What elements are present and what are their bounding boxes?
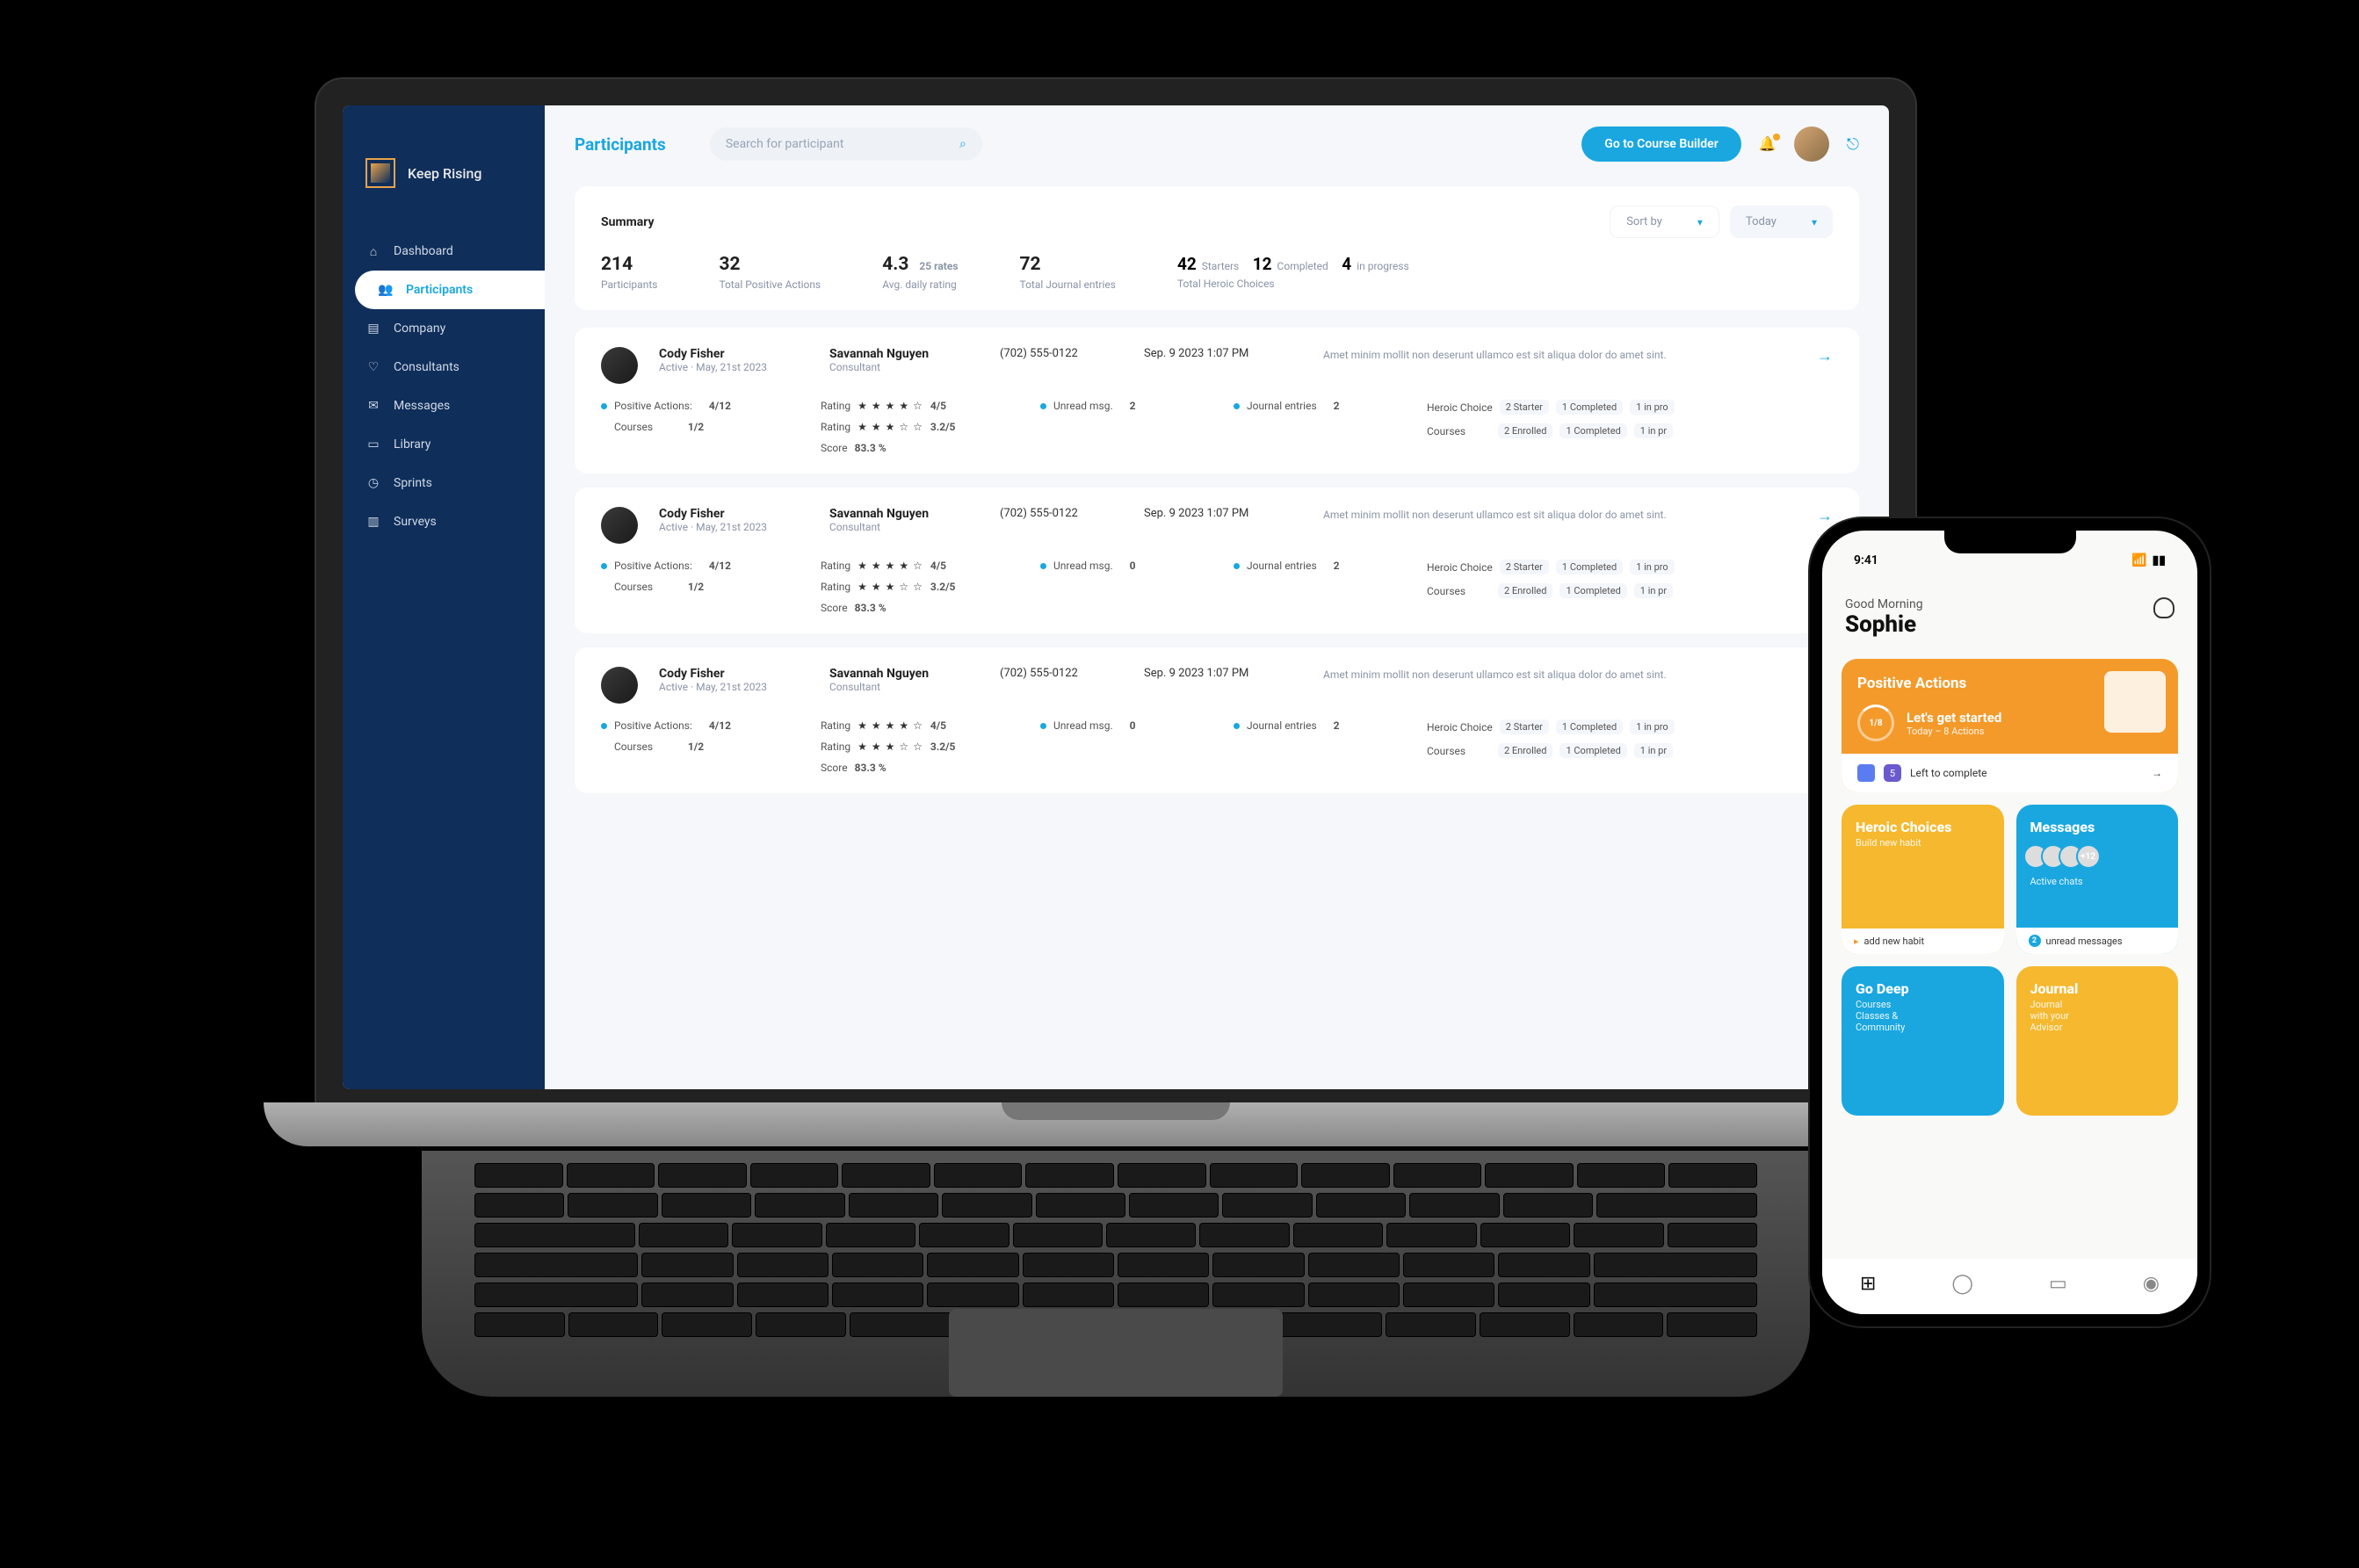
note-text: Amet minim mollit non deserunt ullamco e… [1323,347,1796,363]
participant-card: Cody FisherActive · May, 21st 2023 Savan… [575,647,1859,793]
expand-arrow-icon[interactable]: → [1817,507,1833,525]
timestamp: Sep. 9 2023 1:07 PM [1144,667,1302,680]
consultant-name: Savannah Nguyen [829,507,979,521]
summary-title: Summary [601,215,655,229]
notifications-icon[interactable]: 🔔 [1759,135,1776,153]
tab-chat-icon[interactable]: ◯ [1951,1273,1973,1295]
phone-mockup: 9:41 📶 ▮▮ Good Morning Sophie Positive Ac… [1810,518,2210,1326]
brand-name: Keep Rising [408,165,481,182]
tab-bar: ⊞ ◯ ▭ ◉ [1822,1259,2197,1314]
journal-tile[interactable]: Journal Journal with your Advisor [2016,966,2179,1116]
logout-icon[interactable]: ⎋ [1847,135,1859,154]
note-text: Amet minim mollit non deserunt ullamco e… [1323,667,1796,683]
users-icon: 👥 [378,282,394,298]
building-icon: ▤ [365,321,381,336]
nav-participants[interactable]: 👥Participants [355,271,545,309]
search-icon: ⌕ [959,137,966,151]
brand: Keep Rising [343,158,545,232]
participant-card: Cody FisherActive · May, 21st 2023 Savan… [575,488,1859,633]
nav-library[interactable]: ▭Library [343,425,545,464]
participant-avatar [601,347,638,384]
bell-icon[interactable] [2153,597,2174,618]
clipboard-icon: ▥ [365,514,381,530]
metric-journal: 72Total Journal entries [1020,254,1116,291]
home-icon: ⌂ [365,243,381,259]
expand-arrow-icon[interactable]: → [1817,347,1833,365]
wifi-icon: ▮▮ [2153,553,2166,567]
participant-avatar [601,667,638,704]
positive-actions-tile[interactable]: Positive Actions 1/8 Let's get started T… [1842,659,2178,792]
illustration-icon [2104,671,2166,733]
greeting: Good Morning [1845,597,1923,611]
progress-ring: 1/8 [1857,705,1894,741]
topbar: Participants Search for participant ⌕ Go… [575,126,1859,162]
tab-folder-icon[interactable]: ▭ [2049,1273,2067,1295]
search-input[interactable]: Search for participant ⌕ [710,127,982,161]
nav-sprints[interactable]: ◷Sprints [343,464,545,502]
summary-panel: Summary Sort by▾ Today▾ 214Participants … [575,186,1859,310]
phone-number: (702) 555-0122 [1000,667,1123,680]
nav-consultants[interactable]: ♡Consultants [343,348,545,387]
timestamp: Sep. 9 2023 1:07 PM [1144,347,1302,360]
consultant-name: Savannah Nguyen [829,347,979,361]
consultant-name: Savannah Nguyen [829,667,979,681]
period-select[interactable]: Today▾ [1730,206,1833,238]
status-time: 9:41 [1854,553,1878,567]
chat-icon: ✉ [365,398,381,414]
nav-messages[interactable]: ✉Messages [343,387,545,425]
tab-home-icon[interactable]: ⊞ [1860,1273,1876,1295]
metric-heroic: 42Starters 12Completed 4in progress Tota… [1177,254,1409,291]
arrow-right-icon: → [2152,767,2162,779]
course-builder-button[interactable]: Go to Course Builder [1581,126,1740,162]
brand-logo-icon [365,158,395,188]
participant-name: Cody Fisher [659,347,808,361]
tab-profile-icon[interactable]: ◉ [2143,1273,2160,1295]
user-avatar[interactable] [1794,126,1829,162]
phone-number: (702) 555-0122 [1000,507,1123,520]
chevron-down-icon: ▾ [1812,216,1817,228]
participant-avatar [601,507,638,544]
play-icon: ▸ [1854,936,1859,947]
book-icon: ▭ [365,437,381,452]
main-content: Participants Search for participant ⌕ Go… [545,105,1889,1089]
signal-icon: 📶 [2131,553,2146,567]
user-name: Sophie [1845,611,1923,638]
phone-number: (702) 555-0122 [1000,347,1123,360]
nav-surveys[interactable]: ▥Surveys [343,502,545,541]
clock-icon: ◷ [365,475,381,491]
metric-avg: 4.325 ratesAvg. daily rating [882,254,958,291]
participant-card: Cody FisherActive · May, 21st 2023 Savan… [575,328,1859,473]
sort-select[interactable]: Sort by▾ [1610,206,1719,238]
note-text: Amet minim mollit non deserunt ullamco e… [1323,507,1796,523]
participant-name: Cody Fisher [659,667,808,681]
go-deep-tile[interactable]: Go Deep Courses Classes & Community [1842,966,2004,1116]
chevron-down-icon: ▾ [1697,216,1703,228]
participant-name: Cody Fisher [659,507,808,521]
heroic-choices-tile[interactable]: Heroic Choices Build new habit ▸add new … [1842,805,2004,954]
messages-tile[interactable]: Messages +12 Active chats 2unread messag… [2016,805,2179,954]
page-title: Participants [575,134,666,155]
metric-tpa: 32Total Positive Actions [719,254,821,291]
nav-company[interactable]: ▤Company [343,309,545,348]
heart-icon: ♡ [365,359,381,375]
timestamp: Sep. 9 2023 1:07 PM [1144,507,1302,520]
sidebar: Keep Rising ⌂Dashboard 👥Participants ▤Co… [343,105,545,1089]
nav-dashboard[interactable]: ⌂Dashboard [343,232,545,271]
metric-participants: 214Participants [601,254,657,291]
task-icon [1857,764,1875,782]
